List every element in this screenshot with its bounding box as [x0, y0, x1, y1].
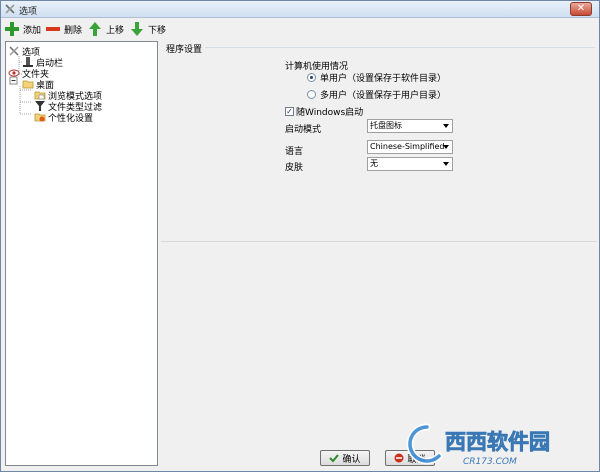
chevron-down-icon: [443, 162, 449, 166]
plus-icon: [5, 22, 19, 36]
add-label: 添加: [23, 25, 42, 36]
startup-checkbox-label: 随Windows启动: [296, 108, 364, 118]
skin-label: 皮肤: [285, 163, 304, 173]
launch-mode-select[interactable]: 托盘图标: [367, 119, 453, 133]
section-divider: [205, 47, 595, 48]
add-button[interactable]: 添加: [4, 21, 41, 37]
section-title: 程序设置: [166, 45, 203, 55]
language-label: 语言: [285, 147, 304, 157]
options-window: 选项 ✕ 添加 删除 上移 下移 选项 启动栏 文件夹 桌面 浏览模式选项 文件…: [0, 0, 600, 472]
options-tree[interactable]: 选项 启动栏 文件夹 桌面 浏览模式选项 文件类型过滤 个性化设置: [5, 41, 158, 466]
watermark-brand: 西西软件园: [445, 430, 550, 454]
check-icon: ✓: [285, 107, 294, 116]
move-up-button[interactable]: 上移: [87, 21, 124, 37]
title-bar: 选项 ✕: [1, 1, 599, 18]
skin-value: 无: [370, 159, 378, 168]
launch-mode-value: 托盘图标: [370, 121, 402, 130]
watermark-url: CR173.COM: [463, 457, 517, 467]
radio-dot: [307, 90, 316, 99]
checkmark-icon: [329, 454, 340, 463]
cancel-icon: [394, 453, 404, 463]
skin-select[interactable]: 无: [367, 157, 453, 171]
tree-item-personalize[interactable]: 个性化设置: [34, 111, 94, 124]
site-watermark-logo: 西西软件园 CR173.COM: [406, 423, 550, 467]
ok-button[interactable]: 确认: [320, 450, 370, 466]
window-title: 选项: [19, 7, 38, 17]
move-down-button[interactable]: 下移: [129, 21, 166, 37]
toolbar: 添加 删除 上移 下移: [1, 18, 599, 40]
personalize-icon: [34, 113, 46, 122]
desktop-folder-icon: [22, 80, 34, 89]
radio-multi-label: 多用户（设置保存于用户目录）: [320, 91, 447, 101]
startup-checkbox[interactable]: ✓ 随Windows启动: [285, 105, 363, 118]
content-divider: [161, 241, 597, 242]
close-button[interactable]: ✕: [570, 2, 592, 16]
radio-multi-user[interactable]: 多用户（设置保存于用户目录）: [307, 88, 446, 101]
radio-dot-selected: [307, 73, 316, 82]
arrow-down-icon: [131, 22, 143, 36]
chevron-down-icon: [443, 124, 449, 128]
radio-single-user[interactable]: 单用户（设置保存于软件目录）: [307, 71, 446, 84]
delete-button[interactable]: 删除: [45, 21, 82, 37]
launch-mode-label: 启动模式: [285, 125, 322, 135]
radio-single-label: 单用户（设置保存于软件目录）: [320, 74, 447, 84]
minus-icon: [46, 27, 60, 31]
folder-eye-icon: [8, 69, 20, 77]
ok-label: 确认: [342, 454, 361, 465]
options-tools-icon: [5, 4, 15, 14]
delete-label: 删除: [64, 25, 83, 36]
move-down-label: 下移: [148, 25, 167, 36]
close-icon: ✕: [576, 3, 586, 14]
chevron-down-icon: [443, 145, 449, 149]
settings-panel: 程序设置 计算机使用情况 单用户（设置保存于软件目录） 多用户（设置保存于用户目…: [161, 41, 597, 241]
tree-item-label: 个性化设置: [48, 113, 94, 124]
move-up-label: 上移: [106, 25, 125, 36]
arrow-up-icon: [89, 22, 101, 36]
options-tools-icon: [9, 46, 19, 56]
language-select[interactable]: Chinese-Simplified: [367, 140, 453, 154]
language-value: Chinese-Simplified: [370, 142, 445, 151]
